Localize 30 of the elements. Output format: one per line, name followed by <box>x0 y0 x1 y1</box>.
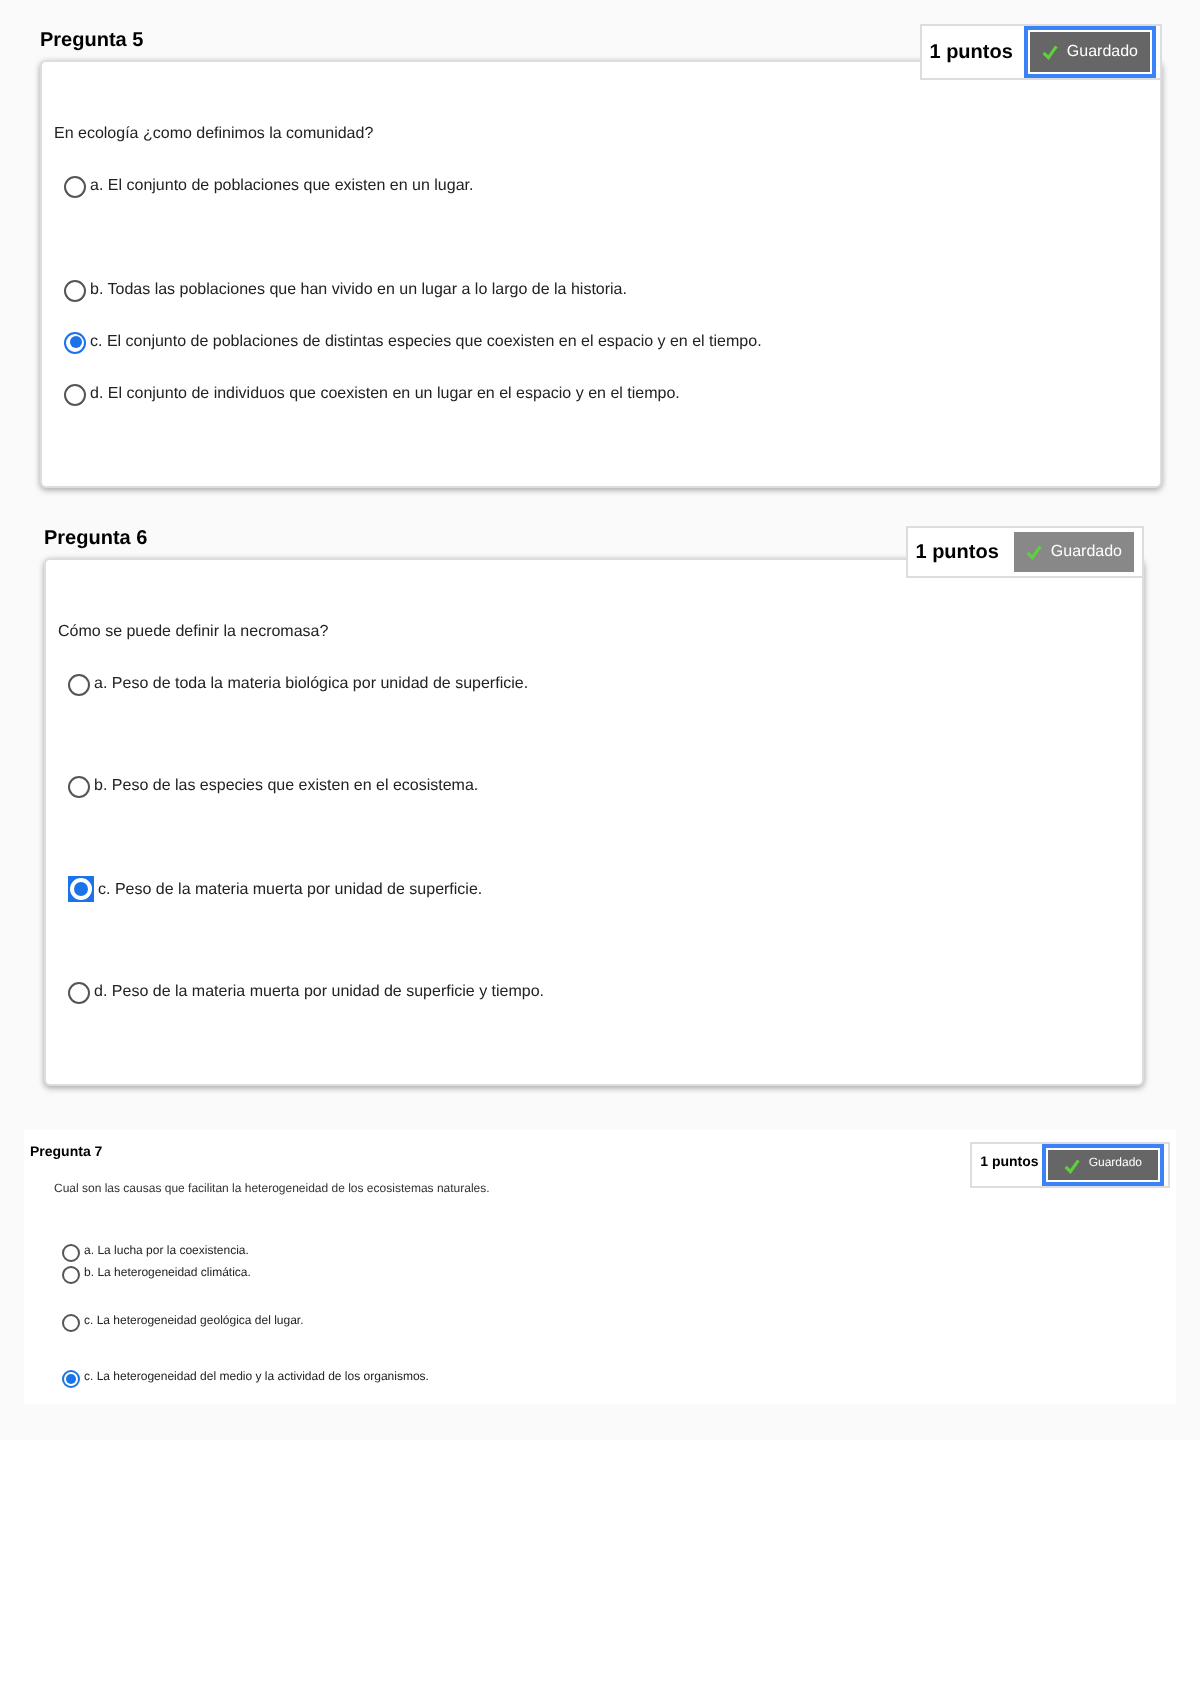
option-label: b. Todas las poblaciones que han vivido en un lugar a lo largo de la historia. <box>90 278 627 302</box>
option-label: b. Peso de las especies que existen en el ecosistema. <box>94 774 479 798</box>
radio-button[interactable] <box>68 981 90 1003</box>
question-prompt: Cómo se puede definir la necromasa? <box>58 620 331 644</box>
option-label: d. Peso de la materia muerta por unidad de superficie y tiempo. <box>94 980 545 1004</box>
option-label: d. El conjunto de individuos que coexisten en un lugar en el espacio y en el tiempo. <box>90 382 680 406</box>
radio-button[interactable] <box>62 1244 80 1262</box>
saved-button[interactable]: Guardado <box>1014 532 1134 572</box>
radio-button[interactable] <box>64 331 86 353</box>
radio-button[interactable] <box>62 1314 80 1332</box>
check-icon <box>1064 1157 1081 1173</box>
radio-button[interactable] <box>62 1266 80 1284</box>
radio-button[interactable] <box>68 775 90 797</box>
saved-button[interactable]: Guardado <box>1028 30 1152 74</box>
radio-button[interactable] <box>64 383 86 405</box>
points-label: 1 puntos <box>915 539 999 567</box>
radio-button[interactable] <box>62 1370 80 1388</box>
points-label: 1 puntos <box>929 39 1013 67</box>
option-label: a. Peso de toda la materia biológica por unidad de superficie. <box>94 672 529 696</box>
check-icon <box>1042 44 1059 60</box>
option-label: c. Peso de la materia muerta por unidad de superficie. <box>98 877 483 901</box>
radio-button[interactable] <box>64 279 86 301</box>
question-title: Pregunta 6 <box>44 526 148 554</box>
question-title: Pregunta 5 <box>40 28 144 56</box>
option-label: a. El conjunto de poblaciones que existen en un lugar. <box>90 174 474 198</box>
check-icon <box>1026 544 1043 560</box>
option-label: c. El conjunto de poblaciones de distintas especies que coexisten en el espacio y en el tiempo. <box>90 330 762 354</box>
question-prompt: En ecología ¿como definimos la comunidad? <box>54 122 376 146</box>
radio-button[interactable] <box>68 673 90 695</box>
radio-button[interactable] <box>64 175 86 197</box>
